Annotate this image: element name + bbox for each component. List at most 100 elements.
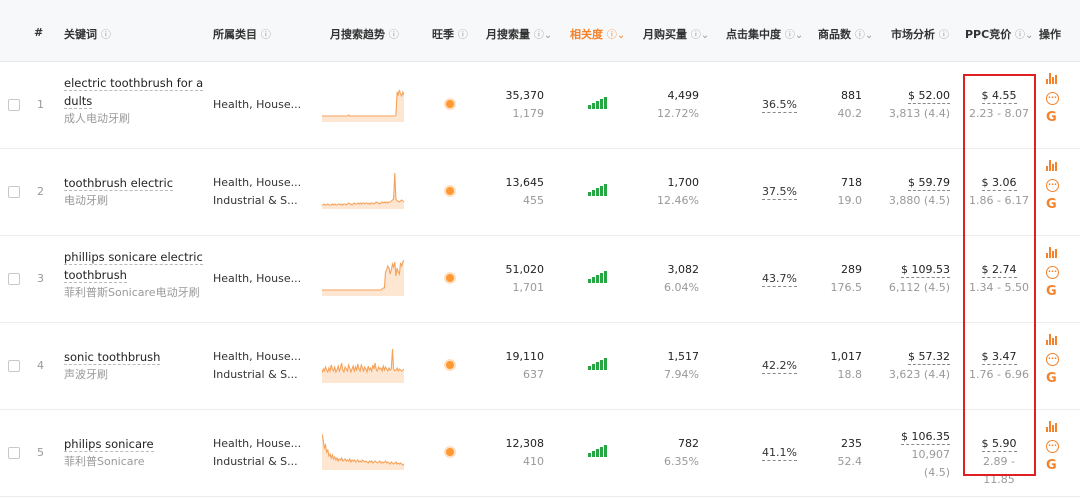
header-monthly-purchase[interactable]: 月购买量 ⓘ⌄ [643,26,709,42]
keyword-cell[interactable]: toothbrush electric 电动牙刷 [64,174,204,210]
keyword-cell[interactable]: philips sonicare 菲利普Sonicare [64,435,204,471]
market-cell[interactable]: $ 109.53 6,112 (4.5) [880,261,950,297]
help-icon[interactable]: ⓘ [101,30,111,41]
sort-icon[interactable]: ⌄ [865,30,873,41]
help-icon[interactable]: ⓘ [691,30,701,41]
sparkline-area [322,90,404,122]
help-icon[interactable]: ⓘ [785,30,795,41]
search-trend-sparkline[interactable] [322,256,404,296]
keyword-en[interactable]: sonic toothbrush [64,348,204,366]
header-click-concentration[interactable]: 点击集中度 ⓘ⌄ [726,26,803,42]
help-icon[interactable]: ⓘ [607,30,617,41]
keyword-en[interactable]: phillips sonicare electric [64,248,204,266]
header-keyword[interactable]: 关键词 ⓘ [64,26,111,42]
monthly-search-value: 13,645 [505,176,545,189]
keyword-cell[interactable]: phillips sonicare electric toothbrush 菲利… [64,248,204,302]
sort-icon[interactable]: ⌄ [795,30,803,41]
sort-icon[interactable]: ⌄ [544,30,552,41]
help-icon[interactable]: ⓘ [458,30,468,41]
google-icon[interactable]: G [1046,371,1060,386]
help-icon[interactable]: ⓘ [1015,30,1025,41]
keyword-en[interactable]: electric toothbrush for a [64,74,204,92]
search-trend-sparkline[interactable] [322,430,404,470]
row-checkbox[interactable] [8,447,20,459]
keyword-en[interactable]: philips sonicare [64,435,204,453]
table-row[interactable]: 3 phillips sonicare electric toothbrush … [0,236,1080,323]
monthly-search-value: 35,370 [505,89,545,102]
sort-icon[interactable]: ⌄ [1025,30,1033,41]
keyword-en-cont: dults [64,92,204,110]
table-row[interactable]: 2 toothbrush electric 电动牙刷 Health, House… [0,149,1080,236]
sort-icon[interactable]: ⌄ [617,30,625,41]
table-row[interactable]: 1 electric toothbrush for a dults 成人电动牙刷… [0,62,1080,149]
monthly-purchase-value: 1,517 [667,350,700,363]
market-cell[interactable]: $ 52.00 3,813 (4.4) [880,87,950,123]
keyword-cell[interactable]: sonic toothbrush 声波牙刷 [64,348,204,384]
market-price-value[interactable]: $ 57.32 [908,350,950,365]
market-sub-value: 10,907 [911,448,951,461]
header-monthly-search-label: 月搜索量 [486,28,530,41]
google-icon[interactable]: G [1046,284,1060,299]
row-checkbox[interactable] [8,360,20,372]
google-icon[interactable]: G [1046,197,1060,212]
click-concentration-cell[interactable]: 42.2% [762,357,797,375]
header-category[interactable]: 所属类目 ⓘ [213,26,271,42]
market-cell[interactable]: $ 57.32 3,623 (4.4) [880,348,950,384]
market-sub-value: 3,623 (4.4) [888,368,950,381]
header-trend[interactable]: 月搜索趋势 ⓘ [330,26,399,42]
bar-chart-icon[interactable] [1046,159,1058,171]
sort-icon[interactable]: ⌄ [701,30,709,41]
header-relevance[interactable]: 相关度 ⓘ⌄ [570,26,625,42]
header-season[interactable]: 旺季 ⓘ [432,26,468,42]
sparkline-area [322,434,404,470]
help-icon[interactable]: ⓘ [389,30,399,41]
purchase-rate-value: 6.04% [664,281,699,294]
row-checkbox[interactable] [8,186,20,198]
bar-chart-icon[interactable] [1046,246,1058,258]
click-concentration-cell[interactable]: 41.1% [762,444,797,462]
market-price-value[interactable]: $ 52.00 [908,89,950,104]
market-sub-value-2: (4.5) [923,466,950,479]
search-trend-sparkline[interactable] [322,343,404,383]
more-icon[interactable]: ··· [1046,353,1059,366]
google-icon[interactable]: G [1046,458,1060,473]
header-market[interactable]: 市场分析 ⓘ [891,26,949,42]
row-checkbox[interactable] [8,99,20,111]
table-row[interactable]: 5 philips sonicare 菲利普Sonicare Health, H… [0,410,1080,497]
market-cell[interactable]: $ 106.35 10,907 (4.5) [880,428,950,482]
market-price-value[interactable]: $ 106.35 [901,430,950,445]
google-icon[interactable]: G [1046,110,1060,125]
row-checkbox[interactable] [8,273,20,285]
search-trend-sparkline[interactable] [322,82,404,122]
bar-chart-icon[interactable] [1046,420,1058,432]
keyword-en-line2: dults [64,94,93,109]
monthly-purchase-value: 782 [678,437,699,450]
help-icon[interactable]: ⓘ [534,30,544,41]
more-icon[interactable]: ··· [1046,179,1059,192]
click-concentration-cell[interactable]: 36.5% [762,96,797,114]
click-concentration-cell[interactable]: 43.7% [762,270,797,288]
header-products[interactable]: 商品数 ⓘ⌄ [818,26,873,42]
more-icon[interactable]: ··· [1046,92,1059,105]
bar-chart-icon[interactable] [1046,72,1058,84]
more-icon[interactable]: ··· [1046,266,1059,279]
header-monthly-search[interactable]: 月搜索量 ⓘ⌄ [486,26,552,42]
row-index: 5 [37,446,44,459]
keyword-cn: 成人电动牙刷 [64,112,130,125]
keyword-en[interactable]: toothbrush electric [64,174,204,192]
click-concentration-cell[interactable]: 37.5% [762,183,797,201]
table-row[interactable]: 4 sonic toothbrush 声波牙刷 Health, House...… [0,323,1080,410]
help-icon[interactable]: ⓘ [261,30,271,41]
more-icon[interactable]: ··· [1046,440,1059,453]
search-trend-sparkline[interactable] [322,169,404,209]
purchase-rate-value: 12.46% [657,194,699,207]
market-cell[interactable]: $ 59.79 3,880 (4.5) [880,174,950,210]
bar-chart-icon[interactable] [1046,333,1058,345]
market-price-value[interactable]: $ 59.79 [908,176,950,191]
help-icon[interactable]: ⓘ [939,30,949,41]
help-icon[interactable]: ⓘ [855,30,865,41]
market-price-value[interactable]: $ 109.53 [901,263,950,278]
keyword-cell[interactable]: electric toothbrush for a dults 成人电动牙刷 [64,74,204,128]
header-ppc[interactable]: PPC竞价 ⓘ⌄ [965,26,1033,42]
monthly-search-cell: 51,020 1,701 [494,261,545,297]
